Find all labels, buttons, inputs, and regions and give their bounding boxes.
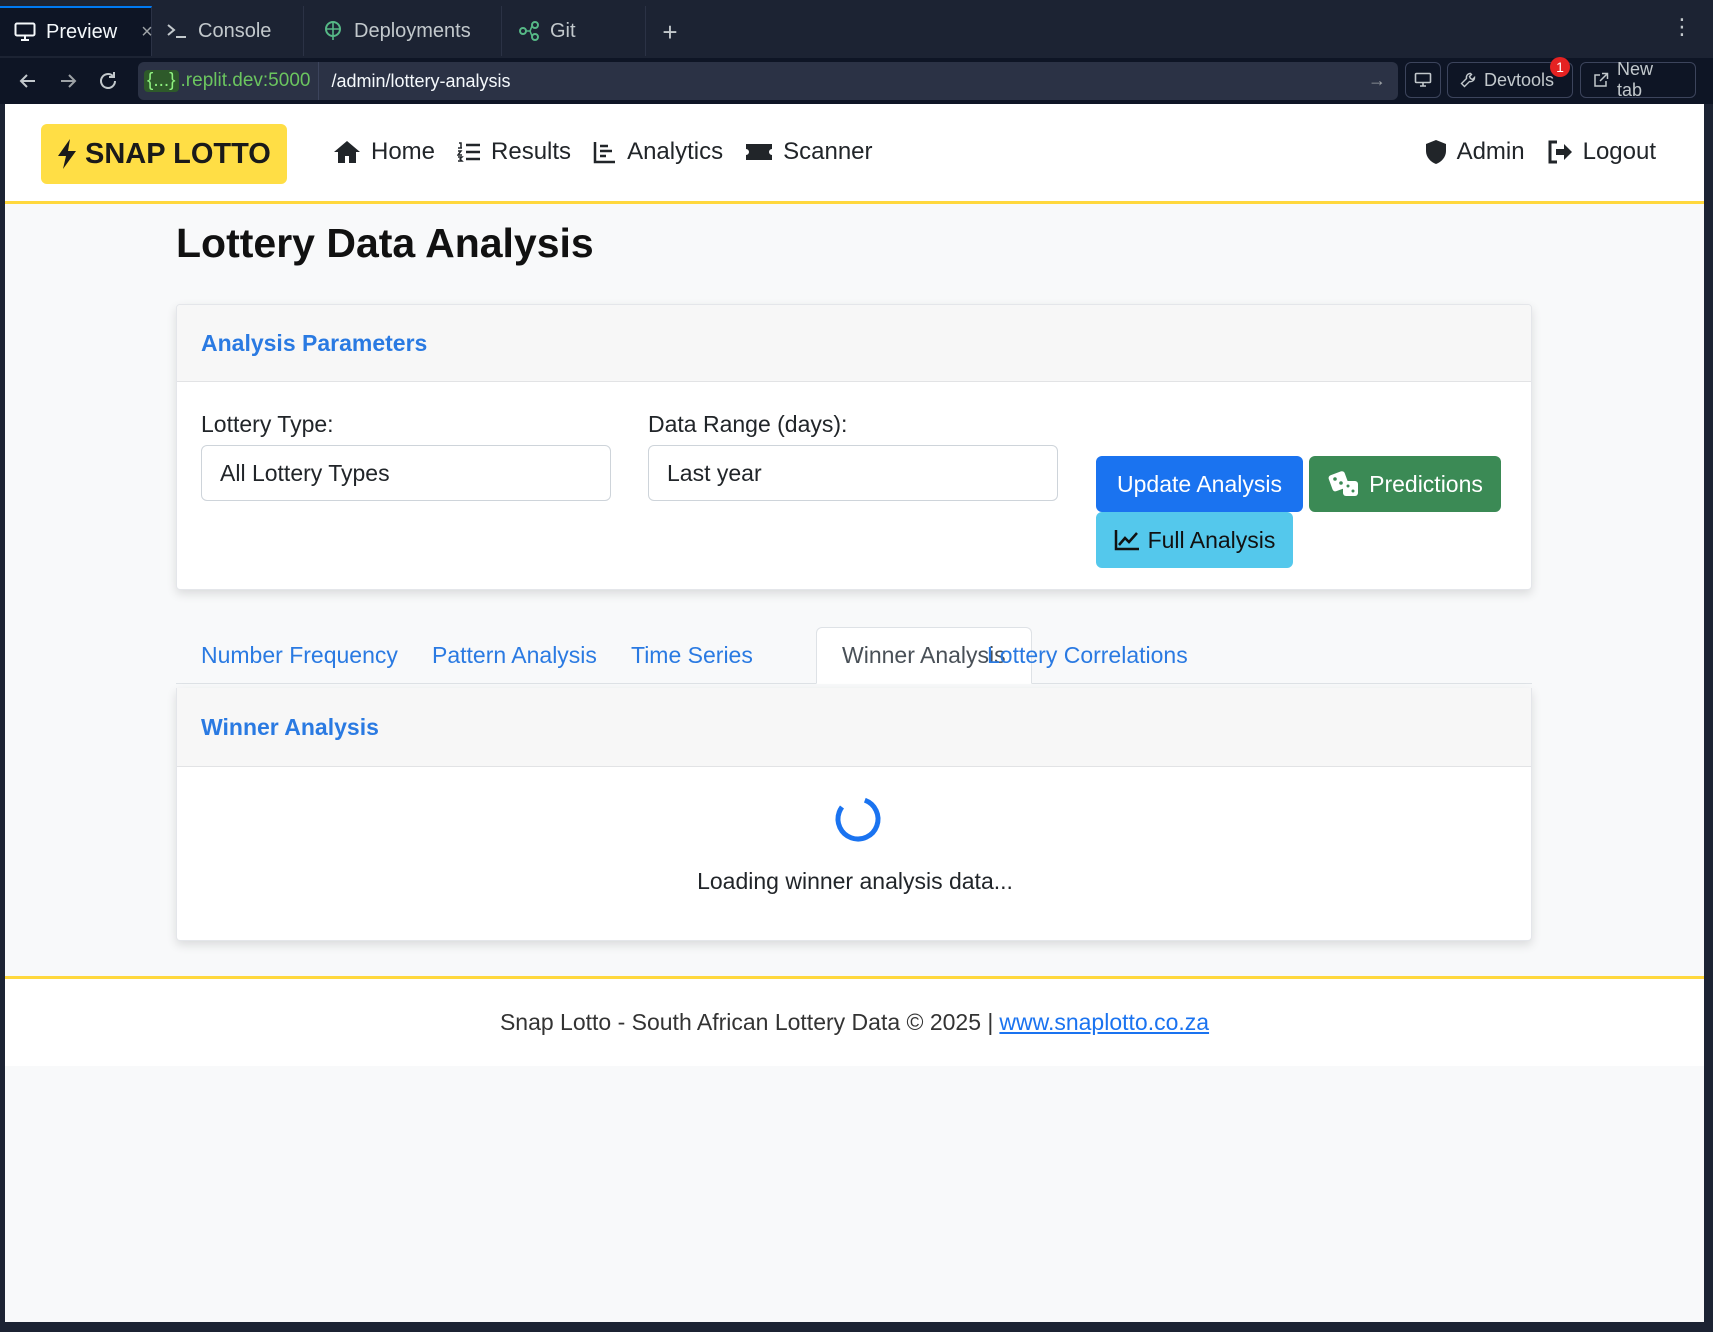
forward-icon[interactable] bbox=[48, 61, 88, 101]
monitor-icon bbox=[14, 21, 36, 43]
external-link-icon bbox=[1594, 72, 1609, 87]
ide-tab-bar: Preview × Console Deployments Git + ⋮ bbox=[0, 0, 1713, 58]
nav-admin[interactable]: Admin bbox=[1425, 138, 1525, 166]
button-label: Predictions bbox=[1369, 470, 1483, 497]
card-header: Analysis Parameters bbox=[177, 305, 1531, 382]
terminal-icon bbox=[166, 20, 188, 42]
data-range-label: Data Range (days): bbox=[648, 411, 848, 437]
tab-time-series[interactable]: Time Series bbox=[606, 627, 778, 684]
nav-label: Results bbox=[491, 138, 572, 165]
tab-label: Deployments bbox=[354, 19, 471, 42]
screen-icon bbox=[1414, 72, 1432, 87]
tab-label: Preview bbox=[46, 20, 118, 43]
url-host-text: .replit.dev:5000 bbox=[180, 70, 311, 91]
bar-chart-icon bbox=[593, 142, 616, 164]
nav-scanner[interactable]: Scanner bbox=[745, 138, 873, 166]
page-title: Lottery Data Analysis bbox=[176, 220, 594, 266]
footer-link[interactable]: www.snaplotto.co.za bbox=[999, 1009, 1209, 1036]
logout-icon bbox=[1548, 140, 1572, 164]
tab-lottery-correlations[interactable]: Lottery Correlations bbox=[962, 627, 1213, 684]
nav-label: Analytics bbox=[627, 138, 724, 165]
analysis-tabs: Number Frequency Pattern Analysis Time S… bbox=[176, 627, 1532, 684]
devtools-label: Devtools bbox=[1484, 69, 1555, 90]
winner-analysis-card: Winner Analysis Loading winner analysis … bbox=[176, 688, 1532, 941]
tab-label: Git bbox=[550, 19, 576, 42]
nav-results[interactable]: Results bbox=[457, 138, 571, 166]
analysis-parameters-card: Analysis Parameters Lottery Type: All Lo… bbox=[176, 304, 1532, 590]
more-options-icon[interactable]: ⋮ bbox=[1671, 16, 1693, 38]
nav-logout[interactable]: Logout bbox=[1547, 138, 1656, 166]
footer-text: Snap Lotto - South African Lottery Data … bbox=[499, 1009, 994, 1035]
tab-git[interactable]: Git bbox=[502, 6, 646, 56]
brand-name: SNAP LOTTO bbox=[85, 137, 271, 170]
device-preview-button[interactable] bbox=[1405, 62, 1441, 98]
reload-icon[interactable] bbox=[88, 61, 128, 101]
devtools-button[interactable]: Devtools 1 bbox=[1447, 57, 1573, 98]
tab-number-frequency[interactable]: Number Frequency bbox=[176, 627, 423, 684]
add-tab-button[interactable]: + bbox=[646, 6, 694, 58]
nav-label: Scanner bbox=[783, 138, 873, 165]
tab-pattern-analysis[interactable]: Pattern Analysis bbox=[407, 627, 622, 684]
url-path: /admin/lottery-analysis bbox=[331, 70, 511, 91]
button-label: Update Analysis bbox=[1117, 470, 1282, 497]
tab-console[interactable]: Console bbox=[152, 6, 304, 56]
deployments-icon bbox=[322, 20, 344, 42]
card-header: Winner Analysis bbox=[177, 688, 1531, 767]
go-arrow-icon[interactable]: → bbox=[1368, 70, 1386, 91]
line-chart-icon bbox=[1114, 530, 1139, 551]
tab-preview[interactable]: Preview × bbox=[0, 6, 153, 56]
site-footer: Snap Lotto - South African Lottery Data … bbox=[5, 976, 1704, 1066]
nav-home[interactable]: Home bbox=[333, 138, 435, 166]
bolt-icon bbox=[58, 139, 76, 169]
full-analysis-button[interactable]: Full Analysis bbox=[1096, 512, 1293, 568]
back-icon[interactable] bbox=[8, 61, 48, 101]
loading-spinner-icon bbox=[835, 796, 881, 842]
tab-deployments[interactable]: Deployments bbox=[304, 6, 502, 56]
page-viewport: SNAP LOTTO Home Results Analytics Scanne… bbox=[5, 104, 1704, 1322]
url-host: {...} .replit.dev:5000 bbox=[138, 62, 320, 100]
loading-text: Loading winner analysis data... bbox=[697, 868, 1013, 894]
tab-label: Console bbox=[198, 19, 272, 42]
new-tab-label: New tab bbox=[1616, 59, 1653, 100]
url-tag: {...} bbox=[144, 70, 179, 92]
shield-icon bbox=[1425, 140, 1446, 164]
address-field[interactable]: {...} .replit.dev:5000 /admin/lottery-an… bbox=[138, 62, 1398, 100]
ticket-icon bbox=[746, 144, 773, 160]
git-icon bbox=[518, 20, 540, 42]
user-nav: Admin Logout bbox=[1425, 138, 1656, 166]
home-icon bbox=[334, 141, 360, 163]
list-ordered-icon bbox=[457, 142, 481, 162]
devtools-badge: 1 bbox=[1550, 57, 1570, 77]
data-range-select[interactable]: Last year bbox=[648, 445, 1058, 501]
nav-label: Admin bbox=[1456, 138, 1525, 165]
nav-label: Logout bbox=[1582, 138, 1656, 165]
button-label: Full Analysis bbox=[1147, 526, 1276, 553]
update-analysis-button[interactable]: Update Analysis bbox=[1096, 456, 1303, 512]
predictions-button[interactable]: Predictions bbox=[1309, 456, 1501, 512]
site-navbar: SNAP LOTTO Home Results Analytics Scanne… bbox=[5, 104, 1704, 204]
brand-logo[interactable]: SNAP LOTTO bbox=[41, 124, 287, 184]
main-nav: Home Results Analytics Scanner bbox=[333, 138, 873, 166]
wrench-icon bbox=[1460, 72, 1476, 88]
new-tab-button[interactable]: New tab bbox=[1580, 59, 1696, 100]
nav-analytics[interactable]: Analytics bbox=[593, 138, 723, 166]
lottery-type-label: Lottery Type: bbox=[201, 411, 334, 437]
lottery-type-select[interactable]: All Lottery Types bbox=[201, 445, 611, 501]
nav-label: Home bbox=[371, 138, 436, 165]
dice-icon bbox=[1328, 471, 1359, 496]
